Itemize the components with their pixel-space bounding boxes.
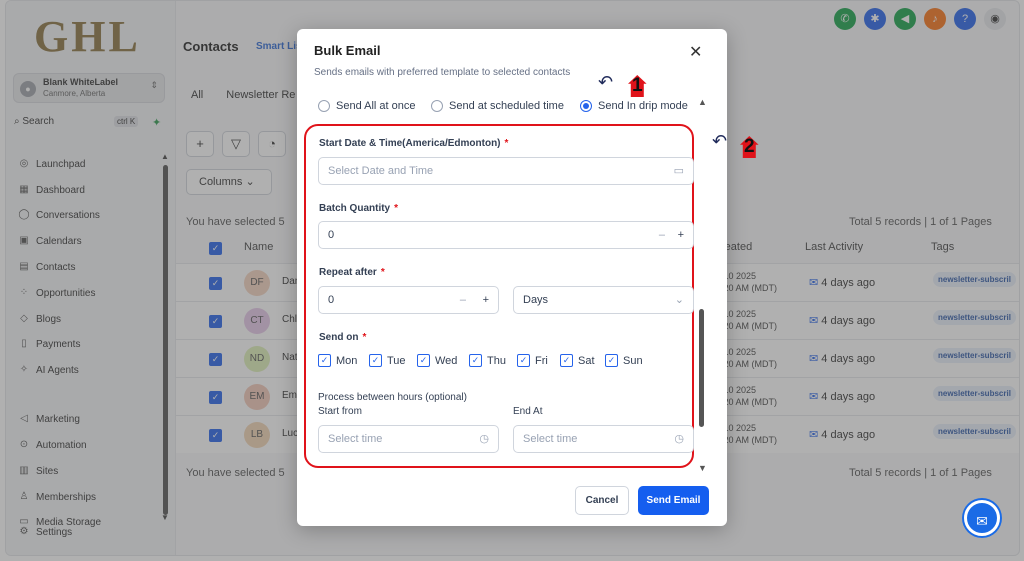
annotation-arrow-icon: ↶ [598,72,614,92]
checkbox[interactable]: ✓ [469,354,482,367]
required-marker: * [504,138,509,149]
day-label: Wed [435,354,458,367]
value-text: 0 [328,229,335,241]
radio-circle-selected[interactable] [580,100,592,112]
start-datetime-input[interactable]: Select Date and Time ▭ [318,157,694,185]
day-label: Tue [387,354,406,367]
label-text: Start Date & Time(America/Edmonton) [319,138,501,149]
required-marker: * [362,332,367,343]
day-label: Fri [535,354,548,367]
label-text: Batch Quantity [319,203,391,214]
placeholder-text: Select Date and Time [328,165,434,177]
checkbox[interactable]: ✓ [517,354,530,367]
day-checkbox-thu[interactable]: ✓ Thu [469,354,506,367]
chevron-down-icon: ⌄ [674,294,684,306]
required-marker: * [380,267,385,278]
scroll-up-icon[interactable]: ▲ [698,97,707,107]
batch-quantity-stepper[interactable]: 0 – + [318,221,694,249]
checkbox[interactable]: ✓ [369,354,382,367]
day-checkbox-sun[interactable]: ✓ Sun [605,354,643,367]
annotation-arrow-icon: ↶ [712,131,728,151]
value-text: Days [523,294,549,306]
plus-icon[interactable]: + [483,287,489,313]
plus-icon[interactable]: + [678,222,684,248]
day-checkbox-mon[interactable]: ✓ Mon [318,354,357,367]
start-datetime-label: Start Date & Time(America/Edmonton) * [319,138,508,149]
checkbox[interactable]: ✓ [417,354,430,367]
checkbox[interactable]: ✓ [560,354,573,367]
radio-label: Send at scheduled time [449,100,564,112]
day-checkbox-fri[interactable]: ✓ Fri [517,354,548,367]
radio-circle[interactable] [431,100,443,112]
calendar-icon: ▭ [673,165,684,177]
repeat-after-label: Repeat after * [319,267,385,278]
day-label: Sat [578,354,595,367]
end-time-input[interactable]: Select time ◷ [513,425,694,453]
modal-scrollbar[interactable] [699,309,704,427]
day-label: Mon [336,354,358,367]
radio-label: Send In drip mode [598,100,688,112]
placeholder-text: Select time [523,433,578,445]
label-text: Send on [319,332,359,343]
day-checkbox-tue[interactable]: ✓ Tue [369,354,406,367]
send-on-label: Send on * [319,332,366,343]
checkbox[interactable]: ✓ [605,354,618,367]
chat-widget-icon[interactable]: ✉ [964,500,1000,536]
process-hours-label: Process between hours (optional) [318,392,467,403]
repeat-after-stepper[interactable]: 0 – + [318,286,499,314]
cancel-button[interactable]: Cancel [575,486,629,515]
minus-icon[interactable]: – [659,222,665,248]
day-label: Sun [623,354,643,367]
close-icon[interactable]: ✕ [689,42,702,62]
radio-drip-mode[interactable]: Send In drip mode [580,100,688,112]
radio-scheduled[interactable]: Send at scheduled time [431,100,564,112]
clock-icon: ◷ [479,433,489,445]
end-at-label: End At [513,406,543,417]
scroll-down-icon[interactable]: ▼ [698,463,707,473]
day-checkbox-sat[interactable]: ✓ Sat [560,354,595,367]
start-time-input[interactable]: Select time ◷ [318,425,499,453]
start-from-label: Start from [318,406,362,417]
minus-icon[interactable]: – [460,287,466,313]
value-text: 0 [328,294,335,306]
radio-label: Send All at once [336,100,416,112]
modal-subtitle: Sends emails with preferred template to … [314,67,571,78]
radio-circle[interactable] [318,100,330,112]
checkbox[interactable]: ✓ [318,354,331,367]
modal-title: Bulk Email [314,43,381,58]
repeat-unit-select[interactable]: Days ⌄ [513,286,694,314]
placeholder-text: Select time [328,433,383,445]
radio-send-all[interactable]: Send All at once [318,100,416,112]
send-email-button[interactable]: Send Email [638,486,709,515]
day-label: Thu [487,354,506,367]
batch-quantity-label: Batch Quantity * [319,203,398,214]
label-text: Repeat after [319,267,377,278]
bulk-email-modal: Bulk Email ✕ Sends emails with preferred… [297,29,727,526]
clock-icon: ◷ [674,433,684,445]
required-marker: * [394,203,399,214]
day-checkbox-wed[interactable]: ✓ Wed [417,354,457,367]
